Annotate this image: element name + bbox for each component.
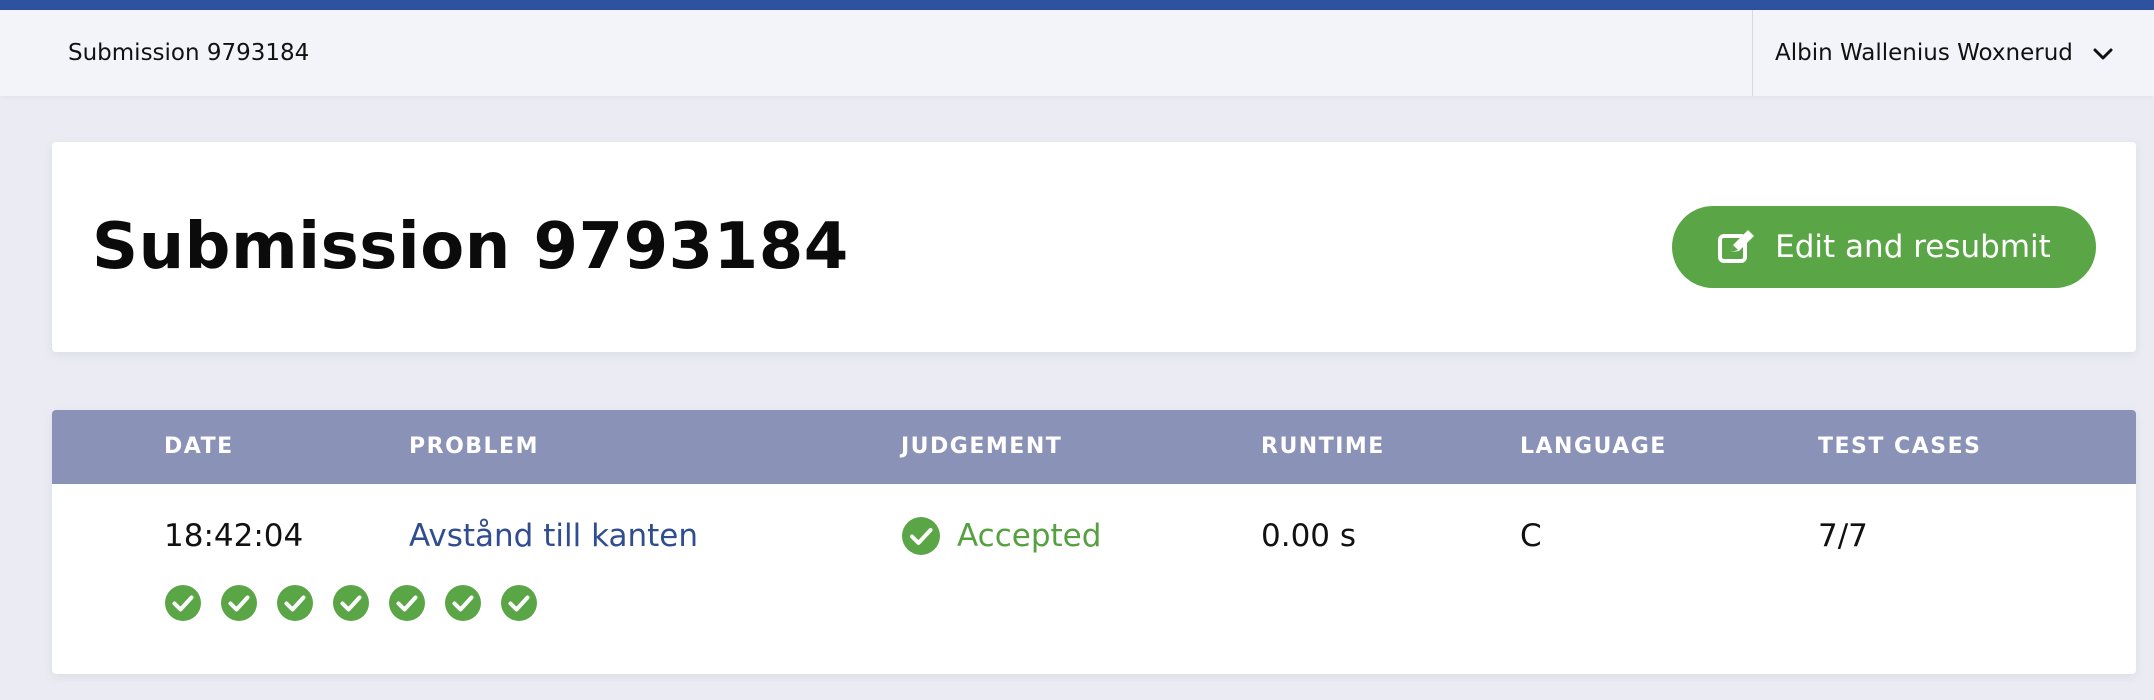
top-accent-bar — [0, 0, 2154, 10]
test-case-check-icon[interactable] — [276, 584, 314, 622]
test-case-check-icon[interactable] — [164, 584, 202, 622]
judgement-text: Accepted — [957, 518, 1102, 554]
cell-language: C — [1520, 518, 1542, 554]
column-header-language: LANGUAGE — [1520, 434, 1667, 459]
test-case-check-icon[interactable] — [388, 584, 426, 622]
test-case-results — [164, 584, 538, 622]
cell-judgement: Accepted — [901, 514, 1101, 558]
column-header-judgement: JUDGEMENT — [901, 434, 1063, 459]
test-case-check-icon[interactable] — [500, 584, 538, 622]
breadcrumb: Submission 9793184 — [68, 40, 310, 66]
test-case-check-icon[interactable] — [220, 584, 258, 622]
user-name: Albin Wallenius Woxnerud — [1775, 40, 2073, 66]
chevron-down-icon — [2093, 48, 2113, 60]
page-title: Submission 9793184 — [92, 210, 849, 284]
column-header-date: DATE — [164, 434, 234, 459]
cell-test-cases: 7/7 — [1818, 518, 1868, 554]
edit-and-resubmit-label: Edit and resubmit — [1775, 229, 2051, 265]
test-case-check-icon[interactable] — [332, 584, 370, 622]
problem-link[interactable]: Avstånd till kanten — [409, 514, 698, 558]
cell-date: 18:42:04 — [164, 518, 304, 554]
check-circle-icon — [902, 517, 940, 555]
column-header-problem: PROBLEM — [409, 434, 539, 459]
top-bar: Submission 9793184 Albin Wallenius Woxne… — [0, 10, 2154, 96]
test-case-check-icon[interactable] — [444, 584, 482, 622]
column-header-runtime: RUNTIME — [1261, 434, 1385, 459]
edit-icon — [1718, 230, 1755, 263]
submission-header-card: Submission 9793184 Edit and resubmit — [52, 142, 2136, 352]
column-header-test-cases: TEST CASES — [1818, 434, 1982, 459]
cell-runtime: 0.00 s — [1261, 518, 1357, 554]
submission-table: DATE PROBLEM JUDGEMENT RUNTIME LANGUAGE … — [52, 410, 2136, 674]
table-header: DATE PROBLEM JUDGEMENT RUNTIME LANGUAGE … — [52, 410, 2136, 484]
user-menu[interactable]: Albin Wallenius Woxnerud — [1752, 10, 2154, 96]
edit-and-resubmit-button[interactable]: Edit and resubmit — [1672, 206, 2096, 288]
